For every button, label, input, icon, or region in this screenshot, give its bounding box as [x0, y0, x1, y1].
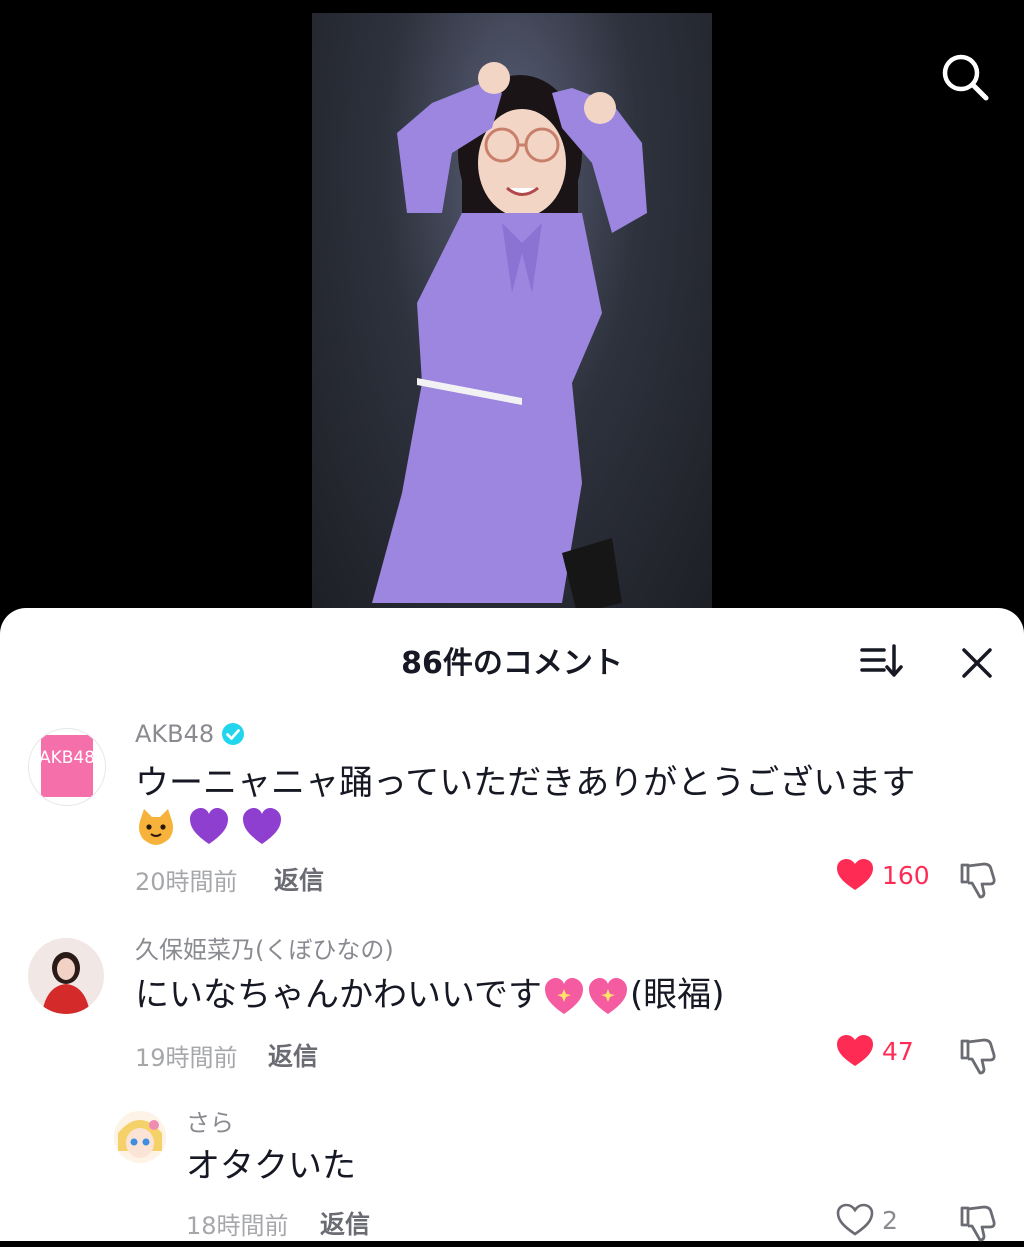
svg-text:AKB48: AKB48	[39, 748, 95, 768]
comment-text: ウーニャニャ踊っていただきありがとうございます	[135, 763, 916, 803]
heart-outline-icon	[836, 1203, 874, 1236]
comment-item: 久保姫菜乃(くぼひなの) にいなちゃんかわいいです (眼福) 19時間前 返信 …	[0, 928, 1024, 1078]
like-count: 47	[882, 1036, 914, 1066]
sparkling-heart-emoji-icon	[544, 977, 583, 1014]
like-button[interactable]: 160	[836, 858, 930, 892]
dislike-icon	[960, 1205, 996, 1242]
heart-icon	[837, 859, 873, 890]
search-icon	[942, 54, 989, 101]
username-text: AKB48	[135, 720, 215, 748]
purple-heart-emoji-icon	[242, 807, 281, 844]
user-avatar-illustration	[114, 1111, 166, 1163]
close-button[interactable]	[956, 642, 998, 684]
dislike-button[interactable]	[958, 1036, 998, 1076]
comment-username[interactable]: AKB48	[135, 720, 245, 748]
reply-button[interactable]: 返信	[320, 1205, 370, 1241]
search-button[interactable]	[938, 50, 992, 104]
like-count: 160	[882, 860, 930, 890]
avatar[interactable]	[28, 938, 104, 1014]
user-avatar-photo	[28, 938, 104, 1014]
sort-icon	[860, 644, 903, 677]
comment-time: 18時間前	[186, 1212, 289, 1240]
reply-button[interactable]: 返信	[274, 861, 324, 897]
comments-sheet: 86件のコメント AKB48 AKB48 ウーニャニャ踊っていただきありがとうご…	[0, 608, 1024, 1243]
comment-text-after: (眼福)	[629, 975, 725, 1015]
dislike-button[interactable]	[958, 1203, 998, 1243]
comment-text: にいなちゃんかわいいです (眼福)	[135, 974, 725, 1017]
sparkling-heart-emoji-icon	[588, 977, 627, 1014]
comment-text: オタクいた	[186, 1146, 356, 1186]
dislike-button[interactable]	[958, 860, 998, 900]
comment-emojis	[135, 804, 283, 847]
comment-time: 19時間前	[135, 1044, 238, 1072]
comment-item: AKB48 AKB48 ウーニャニャ踊っていただきありがとうございます 20時間…	[0, 718, 1024, 900]
avatar[interactable]: AKB48	[28, 728, 106, 806]
comment-username[interactable]: さら	[186, 1103, 234, 1138]
heart-icon	[837, 1035, 873, 1066]
avatar[interactable]	[114, 1111, 166, 1163]
verified-badge-icon	[222, 723, 245, 745]
comment-text-before: にいなちゃんかわいいです	[135, 975, 542, 1015]
cat-face-emoji-icon	[139, 808, 173, 845]
reply-button[interactable]: 返信	[268, 1037, 318, 1073]
video-thumbnail-figure	[372, 62, 647, 613]
video-frame[interactable]	[312, 13, 712, 620]
like-button[interactable]: 47	[836, 1034, 914, 1068]
purple-heart-emoji-icon	[189, 807, 228, 844]
like-button[interactable]: 2	[836, 1203, 898, 1237]
comment-time: 20時間前	[135, 868, 238, 896]
video-player[interactable]	[0, 0, 1024, 620]
sort-button[interactable]	[858, 642, 904, 682]
dislike-icon	[960, 862, 996, 899]
dislike-icon	[960, 1038, 996, 1075]
akb48-logo: AKB48	[39, 735, 95, 797]
reply-comment-item: さら オタクいた 18時間前 返信 2	[0, 1103, 1024, 1243]
like-count: 2	[882, 1205, 898, 1235]
comment-username[interactable]: 久保姫菜乃(くぼひなの)	[135, 930, 394, 965]
close-icon	[962, 648, 992, 678]
